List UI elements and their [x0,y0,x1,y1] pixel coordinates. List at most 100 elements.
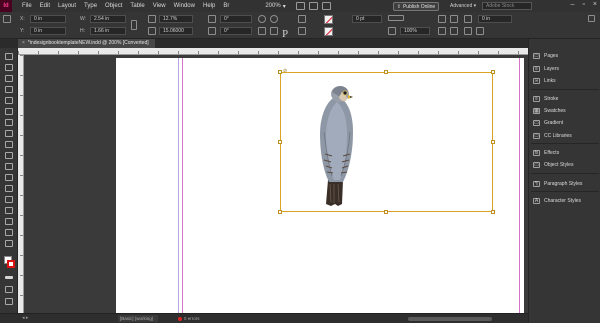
menu-help[interactable]: Help [199,3,219,9]
pencil-tool-icon[interactable] [5,141,13,148]
style-field[interactable]: [Basic] (working) [118,315,158,322]
panel-layers[interactable]: ≡ Layers [533,64,559,73]
stock-search-input[interactable]: Adobe Stock [482,2,532,10]
menu-table[interactable]: Table [126,3,148,9]
restore-icon[interactable]: ▫ [582,1,584,8]
panel-swatches[interactable]: ▦ Swatches [533,106,566,115]
handle-bottom-right[interactable] [491,210,495,214]
panel-paragraph-styles[interactable]: ¶ Paragraph Styles [533,179,582,188]
menu-edit[interactable]: Edit [36,3,54,9]
menu-file[interactable]: File [18,3,36,9]
gradient-tool-icon[interactable] [5,196,13,203]
panel-cc-libraries[interactable]: ▭ CC Libraries [533,131,572,140]
zoom-level-dropdown[interactable]: 200% ▾ [261,3,289,10]
panel-character-styles[interactable]: A Character Styles [533,196,581,205]
tab-close-icon[interactable]: × [22,40,25,46]
panel-object-styles[interactable]: ▭ Object Styles [533,160,573,169]
rotate-ccw-icon[interactable] [270,15,278,23]
panel-pages[interactable]: ▭ Pages [533,51,558,60]
publish-online-button[interactable]: ⇪ Publish Online [393,2,439,11]
x-field[interactable]: 0 in [30,15,66,23]
flip-vertical-icon[interactable] [270,27,278,35]
reference-point-icon[interactable] [3,15,11,23]
opacity-field[interactable]: 100% [400,27,430,35]
type-tool-icon[interactable] [5,108,13,115]
direct-selection-tool-icon[interactable] [5,64,13,71]
fill-none-swatch[interactable] [324,15,333,24]
rectangle-frame-tool-icon[interactable] [5,152,13,159]
handle-bottom-center[interactable] [384,210,388,214]
column-guide[interactable] [178,58,179,313]
menu-view[interactable]: View [149,3,170,9]
handle-middle-right[interactable] [491,140,495,144]
handle-top-left[interactable] [278,70,282,74]
document-tab[interactable]: × *indesignbooktemplateNEW.indd @ 200% [C… [18,39,155,48]
note-tool-icon[interactable] [5,207,13,214]
content-collector-icon[interactable] [5,97,13,104]
distribute-icon[interactable] [476,27,484,35]
line-tool-icon[interactable] [5,119,13,126]
preflight-status[interactable]: 0 errors [178,315,200,322]
offset-field[interactable]: 0 in [478,15,512,23]
menu-object[interactable]: Object [101,3,126,9]
free-transform-tool-icon[interactable] [5,185,13,192]
y-field[interactable]: 0 in [30,27,66,35]
handle-middle-left[interactable] [278,140,282,144]
margin-guide-right[interactable] [519,58,520,313]
close-icon[interactable]: × [593,1,597,8]
margin-guide-left[interactable] [182,58,183,313]
drop-shadow-icon[interactable] [438,15,446,23]
page-tool-icon[interactable] [5,75,13,82]
align-icon[interactable] [464,27,472,35]
formatting-container-icon[interactable] [5,276,13,279]
scale-y-field[interactable]: 15.06000 [159,27,193,35]
fitting-icon[interactable] [464,15,472,23]
image-frame[interactable] [280,72,493,212]
scale-x-field[interactable]: 12.7% [159,15,193,23]
handle-top-center[interactable] [384,70,388,74]
h-field[interactable]: 1.66 in [90,27,126,35]
select-content-icon[interactable] [298,27,306,35]
page-navigation-icon[interactable]: ◂ ▸ [22,315,28,321]
ellipse-tool-icon[interactable] [5,163,13,170]
panel-menu-icon[interactable] [588,15,595,22]
rotation-field[interactable]: 0° [220,15,252,23]
fx-icon[interactable] [450,15,458,23]
selection-tool-icon[interactable] [5,53,13,60]
handle-bottom-left[interactable] [278,210,282,214]
w-field[interactable]: 2.54 in [90,15,126,23]
stroke-none-swatch[interactable] [324,27,333,36]
screen-mode-icon[interactable] [308,2,318,10]
flip-horizontal-icon[interactable] [258,27,266,35]
pen-tool-icon[interactable] [5,130,13,137]
scissors-tool-icon[interactable] [5,174,13,181]
workspace-switcher[interactable]: Advanced ▾ [450,3,476,9]
apply-color-icon[interactable] [5,286,13,293]
text-wrap-icon[interactable] [438,27,446,35]
eyedropper-tool-icon[interactable] [5,218,13,225]
panel-effects[interactable]: fx Effects [533,148,559,157]
handle-top-right[interactable] [491,70,495,74]
view-options-icon[interactable] [295,2,305,10]
panel-links[interactable]: ∞ Links [533,76,556,85]
menu-type[interactable]: Type [80,3,101,9]
shear-field[interactable]: 0° [220,27,252,35]
horizontal-scrollbar[interactable] [408,317,492,321]
rotate-cw-icon[interactable] [258,15,266,23]
horizontal-ruler[interactable] [18,48,528,55]
stroke-type-dropdown[interactable] [388,15,404,21]
gap-tool-icon[interactable] [5,86,13,93]
auto-fit-icon[interactable] [450,27,458,35]
minimize-icon[interactable]: – [571,1,575,8]
panel-gradient[interactable]: ▭ Gradient [533,118,563,127]
menu-window[interactable]: Window [170,3,199,9]
arrange-documents-icon[interactable] [321,2,331,10]
menu-layout[interactable]: Layout [54,3,80,9]
stroke-swatch[interactable] [7,260,15,268]
stroke-weight-field[interactable]: 0 pt [352,15,382,23]
hand-tool-icon[interactable] [5,229,13,236]
zoom-tool-icon[interactable] [5,240,13,247]
panel-stroke[interactable]: ≡ Stroke [533,94,558,103]
screen-mode-tool-icon[interactable] [5,298,13,305]
select-container-icon[interactable] [298,15,306,23]
